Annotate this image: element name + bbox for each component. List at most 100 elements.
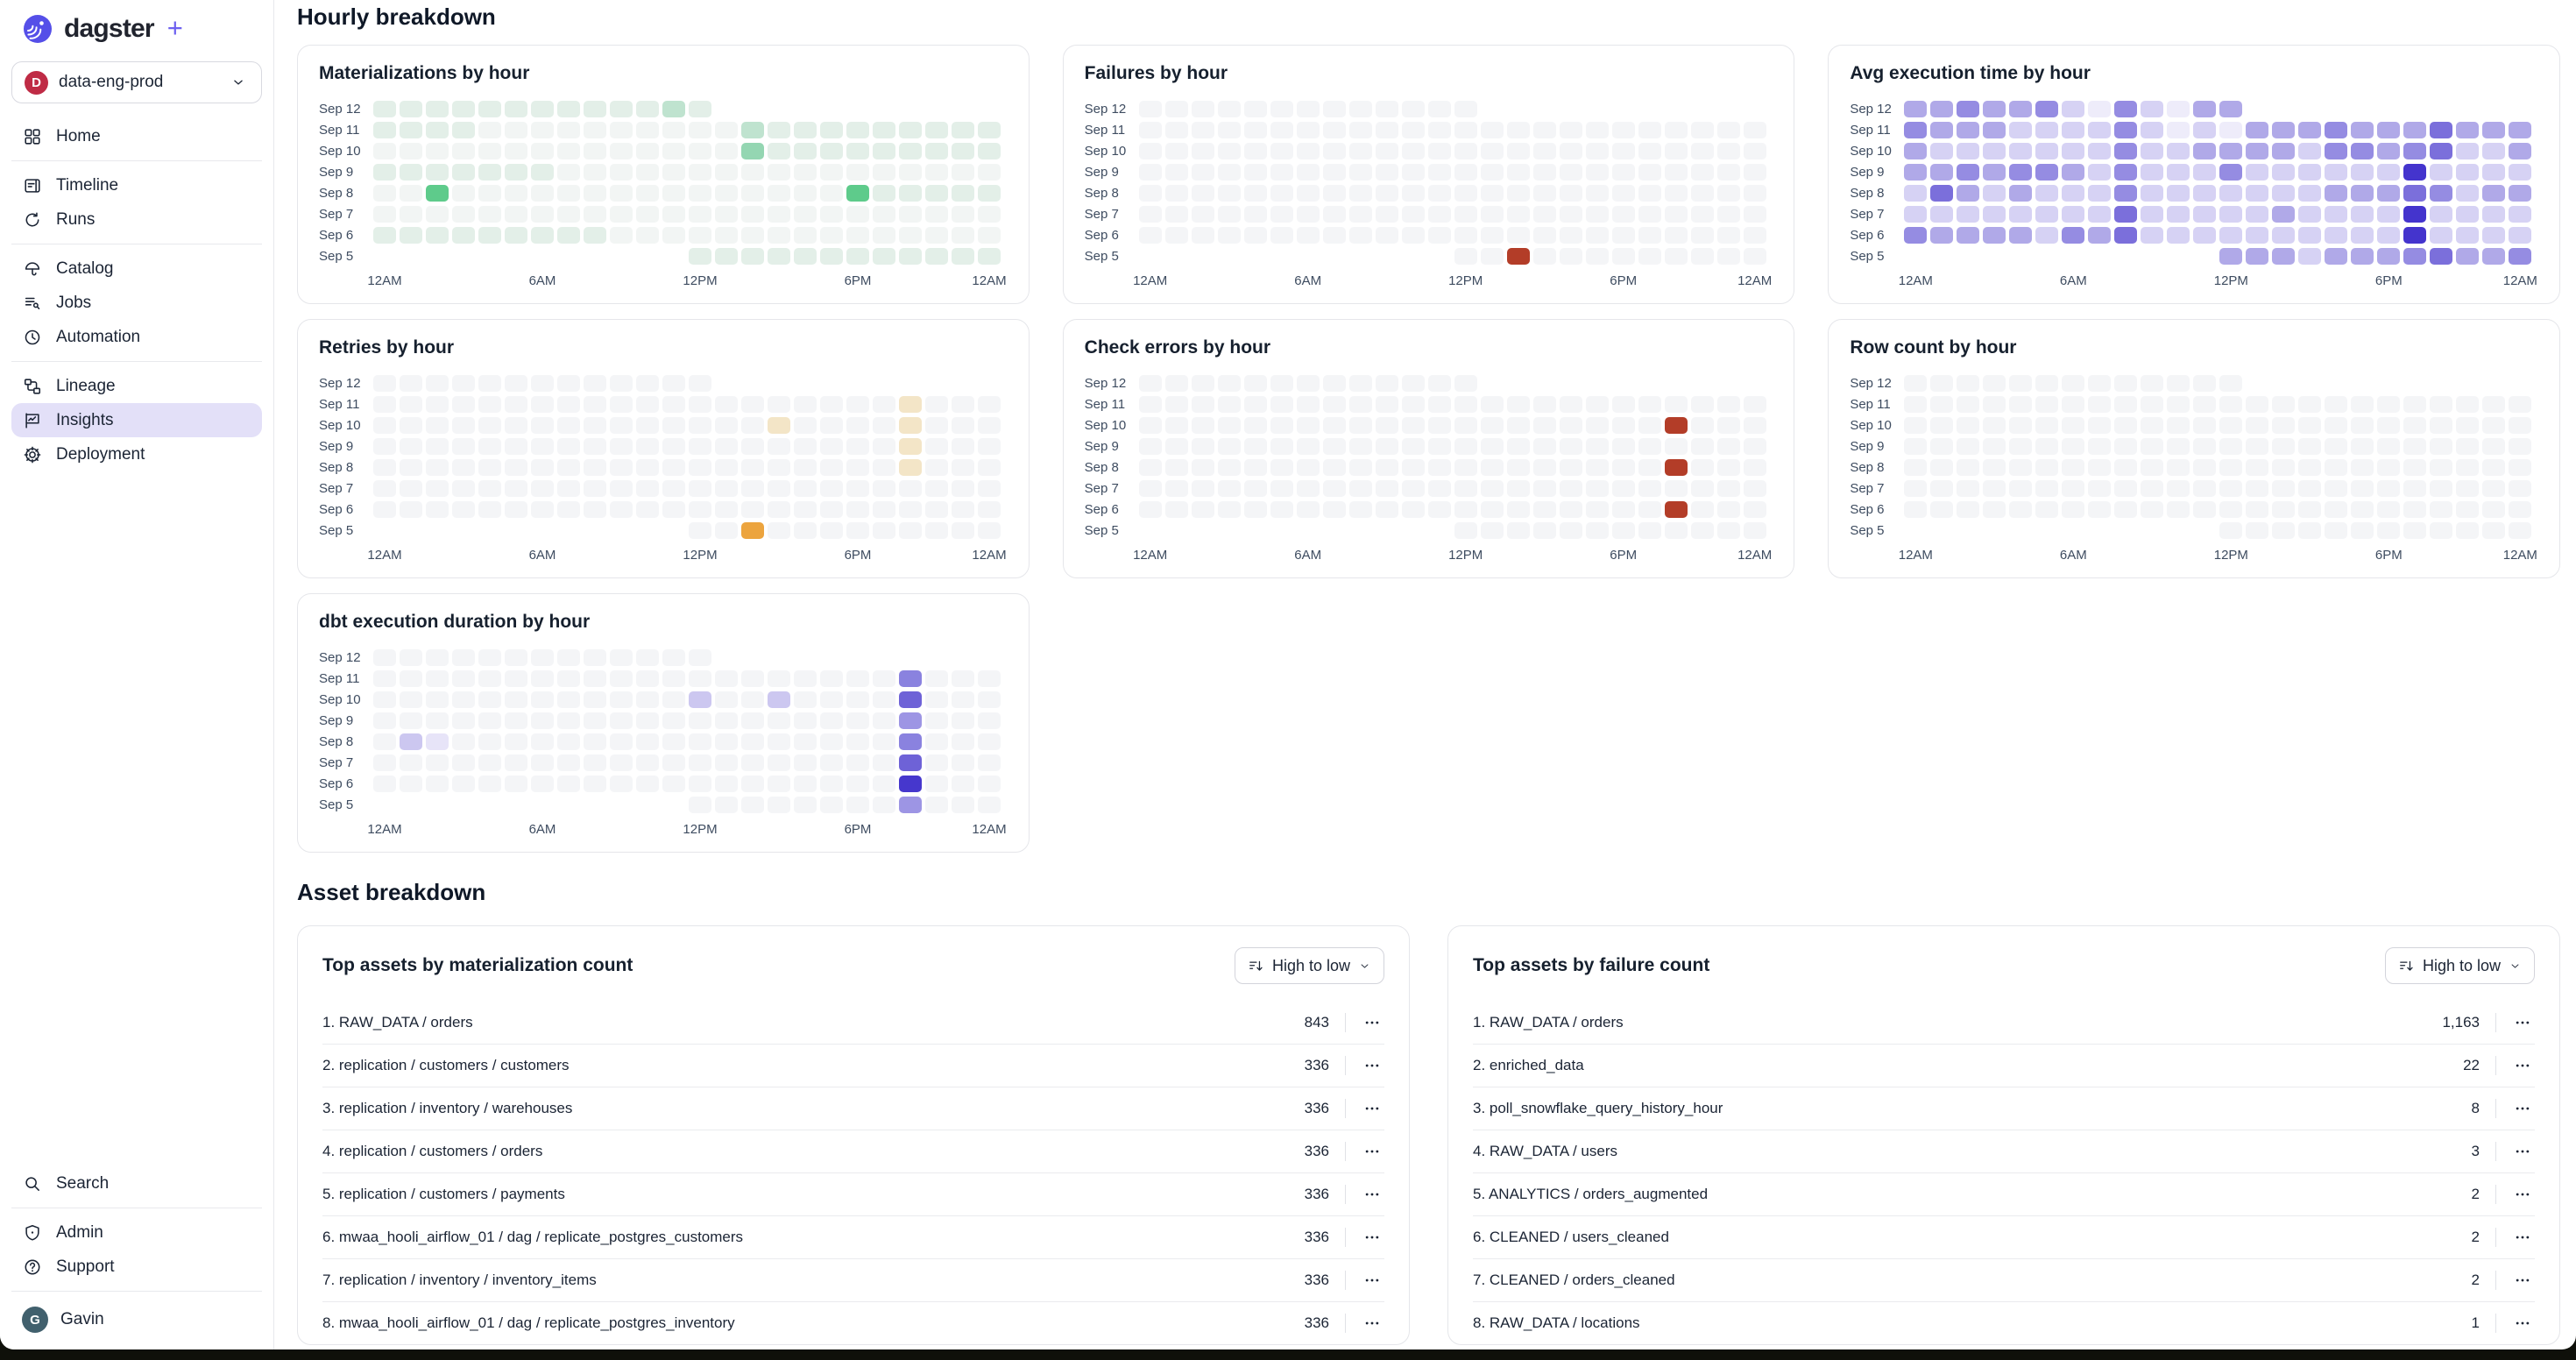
heatmap-cell[interactable]	[505, 164, 527, 181]
heatmap-cell[interactable]	[846, 754, 869, 771]
heatmap-cell[interactable]	[2351, 206, 2374, 223]
heatmap-cell[interactable]	[2456, 143, 2479, 159]
heatmap-cell[interactable]	[636, 206, 659, 223]
heatmap-cell[interactable]	[426, 480, 449, 497]
heatmap-cell[interactable]	[2141, 375, 2163, 392]
heatmap-cell[interactable]	[2009, 480, 2032, 497]
heatmap-cell[interactable]	[584, 417, 606, 434]
sidebar-item-search[interactable]: Search	[11, 1166, 262, 1201]
heatmap-cell[interactable]	[978, 754, 1001, 771]
heatmap-cell[interactable]	[2325, 185, 2347, 202]
heatmap-cell[interactable]	[1165, 101, 1188, 117]
heatmap-cell[interactable]	[1533, 480, 1556, 497]
heatmap-cell[interactable]	[741, 122, 764, 138]
row-menu-button[interactable]	[1360, 1227, 1384, 1248]
heatmap-cell[interactable]	[873, 396, 895, 413]
heatmap-cell[interactable]	[1560, 164, 1582, 181]
heatmap-cell[interactable]	[2246, 438, 2268, 455]
heatmap-cell[interactable]	[1376, 438, 1398, 455]
heatmap-cell[interactable]	[741, 143, 764, 159]
heatmap-cell[interactable]	[741, 776, 764, 792]
heatmap-cell[interactable]	[610, 143, 633, 159]
heatmap-cell[interactable]	[478, 417, 501, 434]
heatmap-cell[interactable]	[925, 480, 948, 497]
heatmap-cell[interactable]	[373, 438, 396, 455]
heatmap-cell[interactable]	[1507, 480, 1530, 497]
sidebar-item-support[interactable]: Support	[11, 1250, 262, 1284]
heatmap-cell[interactable]	[1349, 122, 1372, 138]
heatmap-cell[interactable]	[2351, 143, 2374, 159]
heatmap-cell[interactable]	[768, 733, 790, 750]
heatmap-cell[interactable]	[2403, 164, 2426, 181]
heatmap-cell[interactable]	[1218, 143, 1241, 159]
heatmap-cell[interactable]	[1402, 143, 1425, 159]
heatmap-cell[interactable]	[610, 122, 633, 138]
heatmap-cell[interactable]	[1192, 417, 1214, 434]
heatmap-cell[interactable]	[1930, 480, 1953, 497]
heatmap-cell[interactable]	[373, 122, 396, 138]
heatmap-cell[interactable]	[478, 143, 501, 159]
heatmap-cell[interactable]	[820, 712, 843, 729]
heatmap-cell[interactable]	[2141, 101, 2163, 117]
heatmap-cell[interactable]	[1349, 164, 1372, 181]
heatmap-cell[interactable]	[610, 101, 633, 117]
heatmap-cell[interactable]	[899, 670, 922, 687]
heatmap-cell[interactable]	[1957, 164, 1979, 181]
row-menu-button[interactable]	[2510, 1184, 2535, 1205]
heatmap-cell[interactable]	[1192, 480, 1214, 497]
heatmap-cell[interactable]	[1533, 185, 1556, 202]
heatmap-cell[interactable]	[662, 776, 685, 792]
heatmap-cell[interactable]	[1533, 143, 1556, 159]
heatmap-cell[interactable]	[2482, 438, 2505, 455]
heatmap-cell[interactable]	[2509, 501, 2531, 518]
heatmap-cell[interactable]	[373, 396, 396, 413]
heatmap-cell[interactable]	[557, 459, 580, 476]
heatmap-cell[interactable]	[2430, 396, 2452, 413]
heatmap-cell[interactable]	[2062, 185, 2084, 202]
heatmap-cell[interactable]	[1481, 501, 1504, 518]
heatmap-cell[interactable]	[1481, 248, 1504, 265]
heatmap-cell[interactable]	[400, 396, 422, 413]
heatmap-cell[interactable]	[1983, 396, 2006, 413]
heatmap-cell[interactable]	[1638, 501, 1661, 518]
heatmap-cell[interactable]	[2482, 248, 2505, 265]
heatmap-cell[interactable]	[1957, 122, 1979, 138]
heatmap-cell[interactable]	[794, 164, 817, 181]
heatmap-cell[interactable]	[1402, 438, 1425, 455]
heatmap-cell[interactable]	[400, 417, 422, 434]
heatmap-cell[interactable]	[1533, 248, 1556, 265]
heatmap-cell[interactable]	[1244, 227, 1267, 244]
heatmap-cell[interactable]	[2009, 206, 2032, 223]
heatmap-cell[interactable]	[1192, 501, 1214, 518]
heatmap-cell[interactable]	[846, 438, 869, 455]
heatmap-cell[interactable]	[1717, 227, 1740, 244]
heatmap-cell[interactable]	[768, 438, 790, 455]
heatmap-cell[interactable]	[452, 691, 475, 708]
heatmap-cell[interactable]	[1297, 417, 1320, 434]
heatmap-cell[interactable]	[873, 438, 895, 455]
heatmap-cell[interactable]	[1612, 185, 1635, 202]
heatmap-cell[interactable]	[689, 206, 711, 223]
heatmap-cell[interactable]	[452, 754, 475, 771]
heatmap-cell[interactable]	[1139, 459, 1162, 476]
heatmap-cell[interactable]	[505, 438, 527, 455]
heatmap-cell[interactable]	[1428, 396, 1451, 413]
heatmap-cell[interactable]	[2088, 459, 2111, 476]
heatmap-cell[interactable]	[1428, 143, 1451, 159]
heatmap-cell[interactable]	[820, 227, 843, 244]
heatmap-cell[interactable]	[1983, 438, 2006, 455]
heatmap-cell[interactable]	[899, 185, 922, 202]
heatmap-cell[interactable]	[2167, 480, 2190, 497]
heatmap-cell[interactable]	[978, 522, 1001, 539]
heatmap-cell[interactable]	[2141, 459, 2163, 476]
heatmap-cell[interactable]	[1428, 227, 1451, 244]
heatmap-cell[interactable]	[2377, 185, 2400, 202]
row-menu-button[interactable]	[1360, 1141, 1384, 1162]
heatmap-cell[interactable]	[2482, 522, 2505, 539]
heatmap-cell[interactable]	[2035, 227, 2058, 244]
heatmap-cell[interactable]	[610, 670, 633, 687]
heatmap-cell[interactable]	[925, 501, 948, 518]
heatmap-cell[interactable]	[1376, 101, 1398, 117]
heatmap-cell[interactable]	[2298, 248, 2321, 265]
heatmap-cell[interactable]	[2141, 501, 2163, 518]
